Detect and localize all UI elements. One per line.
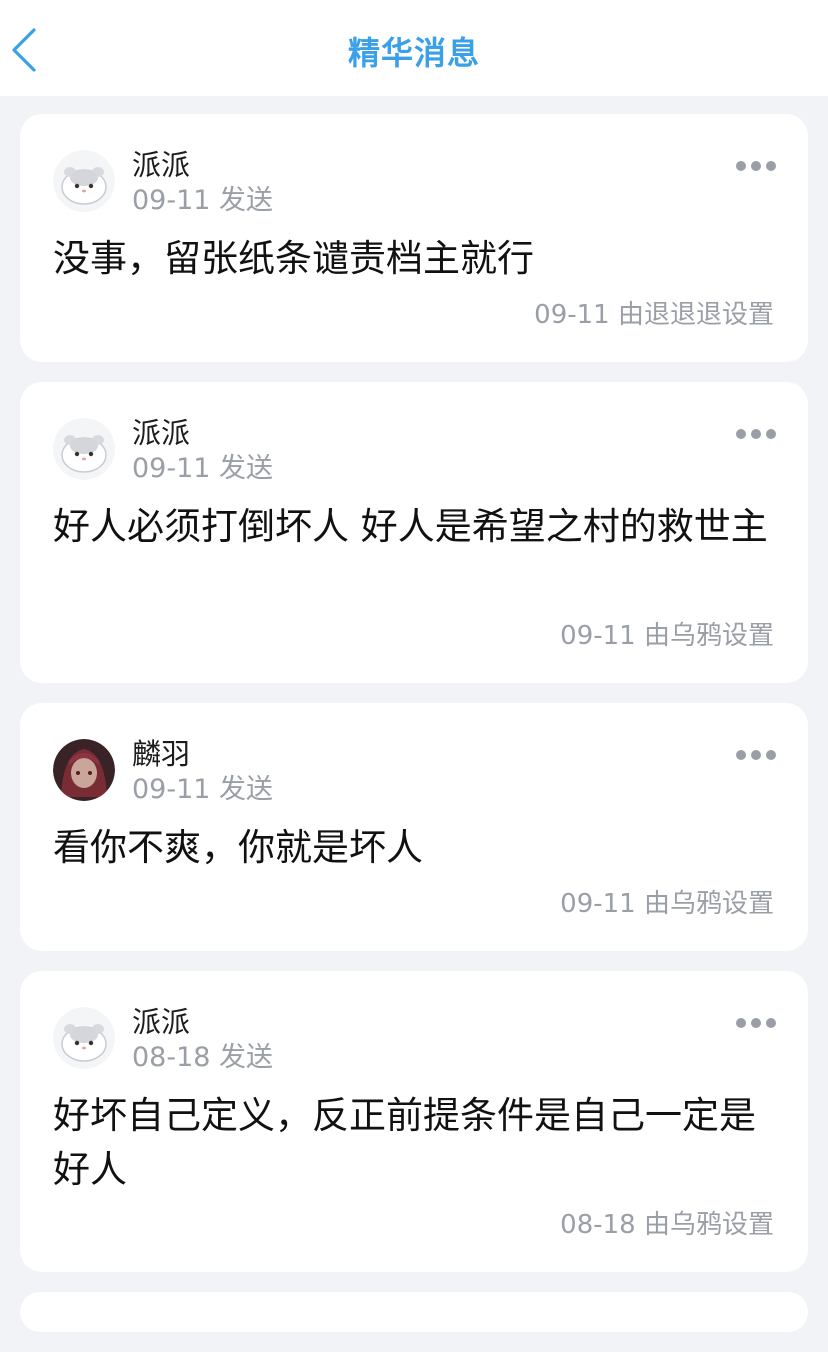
message-text: 好人必须打倒坏人 好人是希望之村的救世主: [53, 505, 768, 548]
more-options-icon[interactable]: [736, 1017, 776, 1029]
message-text: 看你不爽，你就是坏人: [53, 826, 423, 869]
message-text: 好坏自己定义，反正前提条件是自己一定是好人: [53, 1094, 756, 1191]
sent-time: 09-11 发送: [132, 774, 274, 805]
sent-time: 09-11 发送: [132, 185, 274, 216]
message-text: 没事，留张纸条谴责档主就行: [53, 237, 534, 280]
message-card[interactable]: 麟羽 09-11 发送 看你不爽，你就是坏人 09-11 由乌鸦设置: [20, 703, 808, 951]
more-options-icon[interactable]: [736, 160, 776, 172]
message-card[interactable]: 派派 09-11 发送 好人必须打倒坏人 好人是希望之村的救世主 09-11 由…: [20, 382, 808, 683]
hamster-avatar[interactable]: [53, 150, 115, 212]
hamster-avatar[interactable]: [53, 1007, 115, 1069]
set-by-info: 08-18 由乌鸦设置: [560, 1210, 774, 1240]
message-card[interactable]: 派派 08-18 发送 好坏自己定义，反正前提条件是自己一定是好人 08-18 …: [20, 971, 808, 1272]
more-options-icon[interactable]: [736, 428, 776, 440]
message-card-partial[interactable]: [20, 1292, 808, 1332]
message-card[interactable]: 派派 09-11 发送 没事，留张纸条谴责档主就行 09-11 由退退退设置: [20, 114, 808, 362]
sent-time: 08-18 发送: [132, 1042, 274, 1073]
hamster-avatar[interactable]: [53, 418, 115, 480]
set-by-info: 09-11 由乌鸦设置: [560, 889, 774, 919]
anime-girl-avatar[interactable]: [53, 739, 115, 801]
nav-bar: 精华消息: [0, 0, 828, 96]
set-by-info: 09-11 由退退退设置: [534, 300, 774, 330]
page-title: 精华消息: [347, 34, 480, 72]
more-options-icon[interactable]: [736, 749, 776, 761]
essence-message-list: 派派 09-11 发送 没事，留张纸条谴责档主就行 09-11 由退退退设置 派…: [20, 114, 808, 1352]
set-by-info: 09-11 由乌鸦设置: [560, 621, 774, 651]
sent-time: 09-11 发送: [132, 453, 274, 484]
